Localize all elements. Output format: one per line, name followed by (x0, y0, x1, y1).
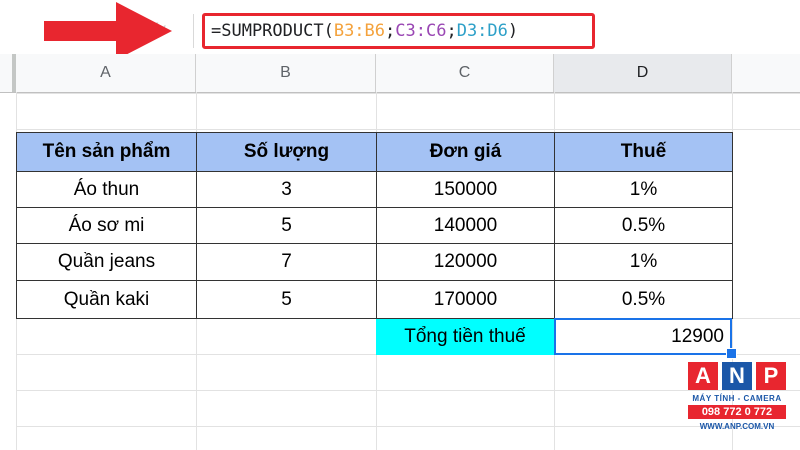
formula-token: ; (385, 21, 396, 41)
table-cell[interactable]: 7 (196, 243, 377, 281)
column-header-d[interactable]: D (554, 54, 732, 92)
formula-token: =SUMPRODUCT( (211, 21, 334, 41)
formula-input[interactable]: =SUMPRODUCT(B3:B6;C3:C6;D3:D6) (202, 13, 595, 49)
anp-logo: A N P MÁY TÍNH - CAMERA 098 772 0 772 WW… (688, 362, 786, 438)
logo-letter: N (722, 362, 752, 390)
table-cell[interactable]: Quần kaki (16, 280, 197, 319)
red-arrow-icon (44, 2, 172, 60)
logo-letter: P (756, 362, 786, 390)
column-header-row: A B C D (0, 54, 800, 93)
formula-token: D3:D6 (456, 21, 508, 41)
select-all-corner[interactable] (0, 54, 16, 92)
table-cell[interactable]: 1% (554, 243, 733, 281)
column-header-e[interactable] (732, 54, 800, 92)
total-tax-value[interactable]: 12900 (554, 318, 732, 355)
logo-phone: 098 772 0 772 (688, 405, 786, 419)
table-cell[interactable]: 140000 (376, 207, 555, 244)
table-cell[interactable]: 5 (196, 280, 377, 319)
logo-website: WWW.ANP.COM.VN (699, 422, 775, 431)
table-cell[interactable]: 1% (554, 171, 733, 208)
column-header-c[interactable]: C (376, 54, 554, 92)
table-cell[interactable]: Áo thun (16, 171, 197, 208)
logo-letter: A (688, 362, 718, 390)
table-cell[interactable]: 120000 (376, 243, 555, 281)
table-cell[interactable]: 0.5% (554, 280, 733, 319)
table-header-quantity[interactable]: Số lượng (196, 132, 377, 172)
table-cell[interactable]: 3 (196, 171, 377, 208)
formula-token: ) (507, 21, 519, 41)
table-cell[interactable]: Quần jeans (16, 243, 197, 281)
formula-bar-divider (193, 14, 194, 48)
table-cell[interactable]: 0.5% (554, 207, 733, 244)
formula-token: B3:B6 (333, 21, 386, 41)
fill-handle[interactable] (726, 348, 737, 359)
table-cell[interactable]: Áo sơ mi (16, 207, 197, 244)
table-header-tax[interactable]: Thuế (554, 132, 733, 172)
formula-token: C3:C6 (395, 21, 447, 41)
total-tax-label[interactable]: Tổng tiền thuế (376, 319, 554, 355)
table-cell[interactable]: 5 (196, 207, 377, 244)
column-header-b[interactable]: B (196, 54, 376, 92)
formula-token: ; (446, 21, 457, 41)
column-header-a[interactable]: A (16, 54, 196, 92)
table-cell[interactable]: 170000 (376, 280, 555, 319)
table-header-product[interactable]: Tên sản phẩm (16, 132, 197, 172)
table-cell[interactable]: 150000 (376, 171, 555, 208)
table-header-price[interactable]: Đơn giá (376, 132, 555, 172)
logo-tagline: MÁY TÍNH - CAMERA (692, 394, 782, 403)
